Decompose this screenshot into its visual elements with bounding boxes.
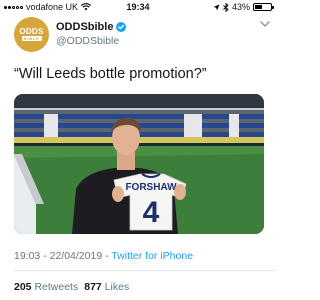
tweet-timestamp[interactable]: 19:03 - 22/04/2019 (14, 250, 102, 262)
status-bar: vodafone UK 19:34 43% (0, 0, 276, 13)
avatar-text-bottom: BIBLE (21, 36, 42, 41)
status-bar-right: 43% (213, 2, 274, 12)
shirt-number: 4 (143, 196, 160, 229)
avatar[interactable]: ODDS BIBLE (14, 16, 49, 52)
likes-count: 877 (84, 281, 102, 293)
divider (14, 270, 276, 271)
display-name[interactable]: ODDSbible (56, 21, 113, 33)
retweets-label: Retweets (34, 281, 79, 293)
tweet-meta: 19:03 - 22/04/2019 - Twitter for iPhone (14, 250, 193, 262)
author-names[interactable]: ODDSbible @ODDSbible (56, 21, 127, 47)
battery-fill (255, 5, 263, 9)
retweets-stat[interactable]: 205 Retweets (14, 281, 78, 293)
battery-icon (253, 3, 274, 11)
tweet-text: “Will Leeds bottle promotion?” (14, 66, 207, 82)
likes-label: Likes (104, 281, 130, 293)
tweet-photo[interactable]: FORSHAW 4 (14, 94, 264, 234)
tweet-source-link[interactable]: Twitter for iPhone (111, 250, 193, 262)
battery-percent: 43% (231, 2, 250, 12)
display-name-row: ODDSbible (56, 21, 127, 33)
verified-badge-icon (116, 22, 127, 32)
shirt-name: FORSHAW (125, 182, 177, 193)
tweet-header: ODDS BIBLE ODDSbible @ODDSbible (14, 14, 127, 54)
avatar-text-top: ODDS (19, 27, 44, 36)
chevron-down-icon[interactable] (260, 20, 270, 28)
user-handle[interactable]: @ODDSbible (56, 35, 126, 47)
retweets-count: 205 (14, 281, 32, 293)
likes-stat[interactable]: 877 Likes (84, 281, 129, 293)
meta-separator: - (102, 250, 112, 262)
tweet-stats: 205 Retweets 877 Likes (14, 281, 129, 293)
bluetooth-icon (223, 2, 229, 12)
location-icon (213, 4, 220, 10)
photo-illustration: FORSHAW 4 (14, 94, 264, 234)
